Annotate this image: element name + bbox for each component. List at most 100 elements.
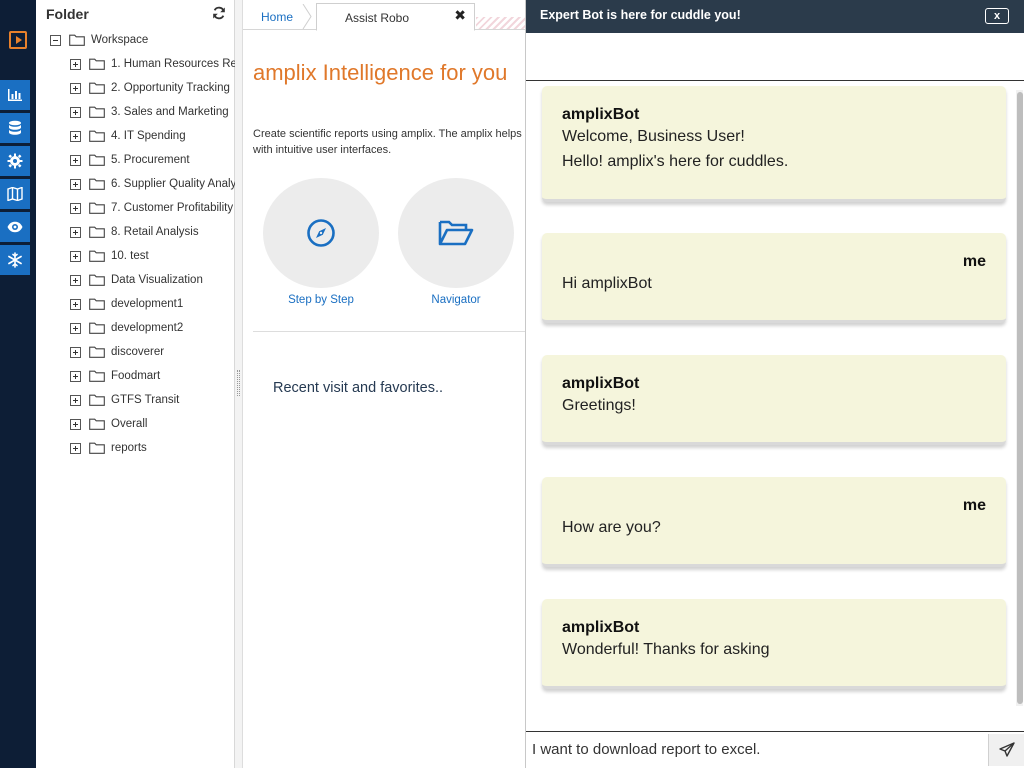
tab-home[interactable]: Home xyxy=(251,4,303,29)
tree-root-workspace[interactable]: Workspace xyxy=(50,28,235,52)
expand-icon[interactable] xyxy=(70,130,81,142)
tree-label: reports xyxy=(111,442,147,454)
folder-icon xyxy=(89,418,105,430)
tree-item-folder[interactable]: development2 xyxy=(70,316,235,340)
folder-icon xyxy=(89,370,105,382)
navigator-button[interactable]: Navigator xyxy=(398,178,514,306)
splitter-grip-icon[interactable] xyxy=(237,370,240,396)
folder-panel: Folder Workspace 1. Human Resources Repo… xyxy=(36,0,235,768)
bar-chart-icon[interactable] xyxy=(0,80,30,110)
expand-icon[interactable] xyxy=(70,154,81,166)
tree-item-folder[interactable]: 5. Procurement xyxy=(70,148,235,172)
chat-scrollbar-thumb[interactable] xyxy=(1017,92,1023,704)
send-button[interactable] xyxy=(988,734,1024,766)
database-icon[interactable] xyxy=(0,113,30,143)
step-by-step-button[interactable]: Step by Step xyxy=(263,178,379,306)
folder-icon xyxy=(89,226,105,238)
tree-item-folder[interactable]: 3. Sales and Marketing xyxy=(70,100,235,124)
eye-icon[interactable] xyxy=(0,212,30,242)
action-label[interactable]: Navigator xyxy=(398,294,514,306)
expand-icon[interactable] xyxy=(70,442,81,454)
expand-icon[interactable] xyxy=(70,322,81,334)
chat-input[interactable] xyxy=(526,732,982,767)
expand-icon[interactable] xyxy=(70,418,81,430)
tree-item-folder[interactable]: 2. Opportunity Tracking xyxy=(70,76,235,100)
expand-icon[interactable] xyxy=(70,202,81,214)
tree-item-folder[interactable]: 1. Human Resources Reporting xyxy=(70,52,235,76)
folder-icon xyxy=(89,178,105,190)
tree-label: 1. Human Resources Reporting xyxy=(111,58,235,70)
tree-item-folder[interactable]: Data Visualization xyxy=(70,268,235,292)
message-text: Welcome, Business User! xyxy=(562,128,745,145)
folder-icon xyxy=(89,322,105,334)
expand-icon[interactable] xyxy=(70,226,81,238)
action-label[interactable]: Step by Step xyxy=(263,294,379,306)
folder-open-icon xyxy=(438,220,474,246)
tab-bar-decoration xyxy=(476,17,525,29)
message-author: amplixBot xyxy=(562,106,640,123)
send-icon xyxy=(998,742,1015,757)
tree-label: Workspace xyxy=(91,34,149,46)
panel-splitter[interactable] xyxy=(235,0,243,768)
expand-icon[interactable] xyxy=(70,82,81,94)
folder-icon xyxy=(89,202,105,214)
expand-icon[interactable] xyxy=(70,58,81,70)
map-icon[interactable] xyxy=(0,179,30,209)
tab-close-icon[interactable]: ✖ xyxy=(454,7,466,24)
snowflake-icon[interactable] xyxy=(0,245,30,275)
tree-label: 10. test xyxy=(111,250,149,262)
chat-message-bot: amplixBot Welcome, Business User! Hello!… xyxy=(542,86,1006,202)
folder-title: Folder xyxy=(46,6,89,22)
recent-favorites-heading: Recent visit and favorites.. xyxy=(273,380,444,396)
action-circle[interactable] xyxy=(263,178,379,288)
tree-item-folder[interactable]: Overall xyxy=(70,412,235,436)
chat-close-button[interactable]: x xyxy=(985,8,1009,24)
message-author: me xyxy=(962,497,986,514)
tree-item-folder[interactable]: 7. Customer Profitability xyxy=(70,196,235,220)
tree-item-folder[interactable]: reports xyxy=(70,436,235,460)
message-author: amplixBot xyxy=(562,375,640,392)
folder-icon xyxy=(89,298,105,310)
expand-icon[interactable] xyxy=(70,106,81,118)
tree-item-folder[interactable]: 6. Supplier Quality Analysis xyxy=(70,172,235,196)
folder-icon xyxy=(89,442,105,454)
tree-label: 6. Supplier Quality Analysis xyxy=(111,178,235,190)
expand-icon[interactable] xyxy=(70,346,81,358)
tree-item-folder[interactable]: discoverer xyxy=(70,340,235,364)
folder-icon xyxy=(89,274,105,286)
expand-icon[interactable] xyxy=(70,298,81,310)
tree-item-folder[interactable]: 4. IT Spending xyxy=(70,124,235,148)
tree-label: 4. IT Spending xyxy=(111,130,186,142)
tree-label: 8. Retail Analysis xyxy=(111,226,199,238)
tree-item-folder[interactable]: GTFS Transit xyxy=(70,388,235,412)
chat-message-bot: amplixBot Greetings! xyxy=(542,355,1006,445)
expand-icon[interactable] xyxy=(70,274,81,286)
tree-label: discoverer xyxy=(111,346,165,358)
page-title: amplix Intelligence for you xyxy=(253,60,508,85)
tree-label: 5. Procurement xyxy=(111,154,190,166)
action-circle[interactable] xyxy=(398,178,514,288)
icon-rail xyxy=(0,0,36,768)
chat-header: Expert Bot is here for cuddle you! x xyxy=(526,0,1024,33)
gear-icon[interactable] xyxy=(0,146,30,176)
expand-icon[interactable] xyxy=(70,250,81,262)
tab-assist-robo[interactable]: Assist Robo ✖ xyxy=(316,3,475,31)
tree-item-folder[interactable]: development1 xyxy=(70,292,235,316)
refresh-icon[interactable] xyxy=(212,6,226,20)
chat-message-bot: amplixBot Wonderful! Thanks for asking xyxy=(542,599,1006,689)
expand-icon[interactable] xyxy=(70,370,81,382)
chat-panel: Expert Bot is here for cuddle you! x amp… xyxy=(525,0,1024,768)
expand-icon[interactable] xyxy=(70,178,81,190)
tree-item-folder[interactable]: 10. test xyxy=(70,244,235,268)
play-logo-icon[interactable] xyxy=(0,24,36,56)
collapse-icon[interactable] xyxy=(50,34,61,46)
tree-label: Data Visualization xyxy=(111,274,203,286)
tree-item-folder[interactable]: 8. Retail Analysis xyxy=(70,220,235,244)
folder-icon xyxy=(89,154,105,166)
message-text: Hello! amplix's here for cuddles. xyxy=(562,153,789,170)
chat-input-bar xyxy=(526,731,1024,768)
chat-divider xyxy=(526,80,1024,81)
tree-item-folder[interactable]: Foodmart xyxy=(70,364,235,388)
folder-header: Folder xyxy=(36,0,234,28)
expand-icon[interactable] xyxy=(70,394,81,406)
